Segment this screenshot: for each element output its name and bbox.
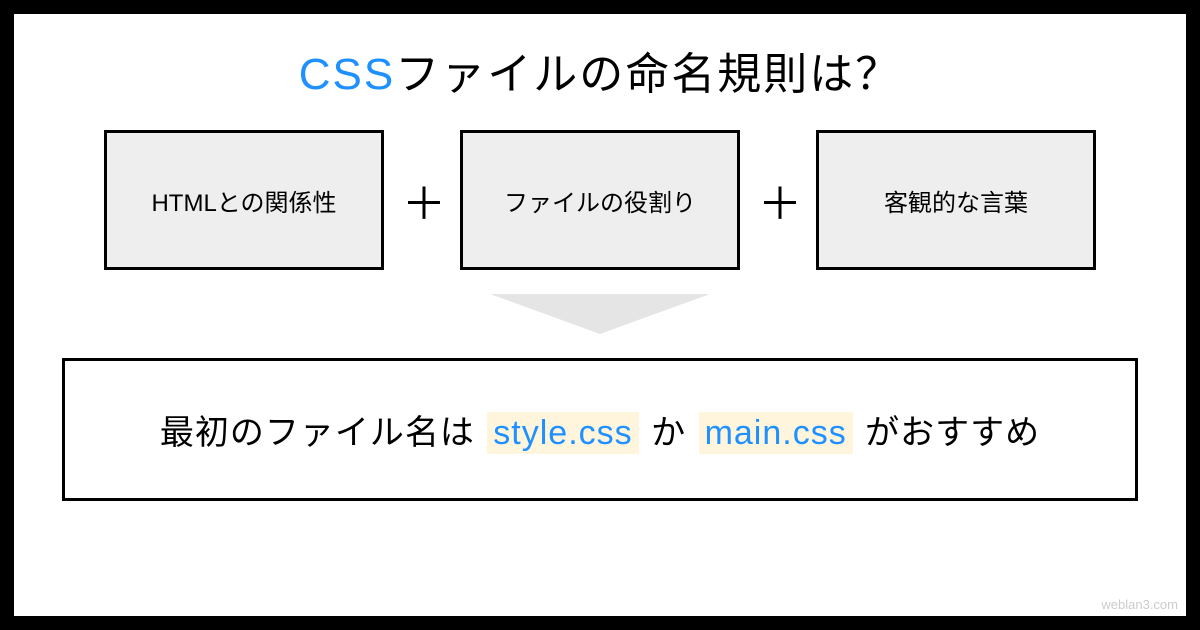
plus-icon: ＋	[402, 168, 442, 232]
diagram-frame: CSSファイルの命名規則は？ HTMLとの関係性 ＋ ファイルの役割り ＋ 客観…	[0, 0, 1200, 630]
page-title: CSSファイルの命名規則は？	[299, 38, 901, 102]
plus-icon: ＋	[758, 168, 798, 232]
watermark: weblan3.com	[1101, 597, 1178, 612]
result-prefix: 最初のファイル名は	[160, 414, 475, 452]
title-rest: ファイルの命名規則は？	[395, 50, 901, 99]
factor-box-file-role: ファイルの役割り	[460, 130, 740, 270]
result-middle: か	[651, 414, 686, 452]
result-suffix: がおすすめ	[865, 414, 1040, 452]
filename-main-css: main.css	[699, 412, 853, 454]
arrow-down-icon	[490, 294, 710, 334]
filename-style-css: style.css	[487, 412, 638, 454]
title-highlight: CSS	[299, 50, 395, 99]
factor-box-html-relation: HTMLとの関係性	[104, 130, 384, 270]
result-box: 最初のファイル名は style.css か main.css がおすすめ	[62, 358, 1138, 501]
factor-box-objective-word: 客観的な言葉	[816, 130, 1096, 270]
factors-row: HTMLとの関係性 ＋ ファイルの役割り ＋ 客観的な言葉	[62, 130, 1138, 270]
